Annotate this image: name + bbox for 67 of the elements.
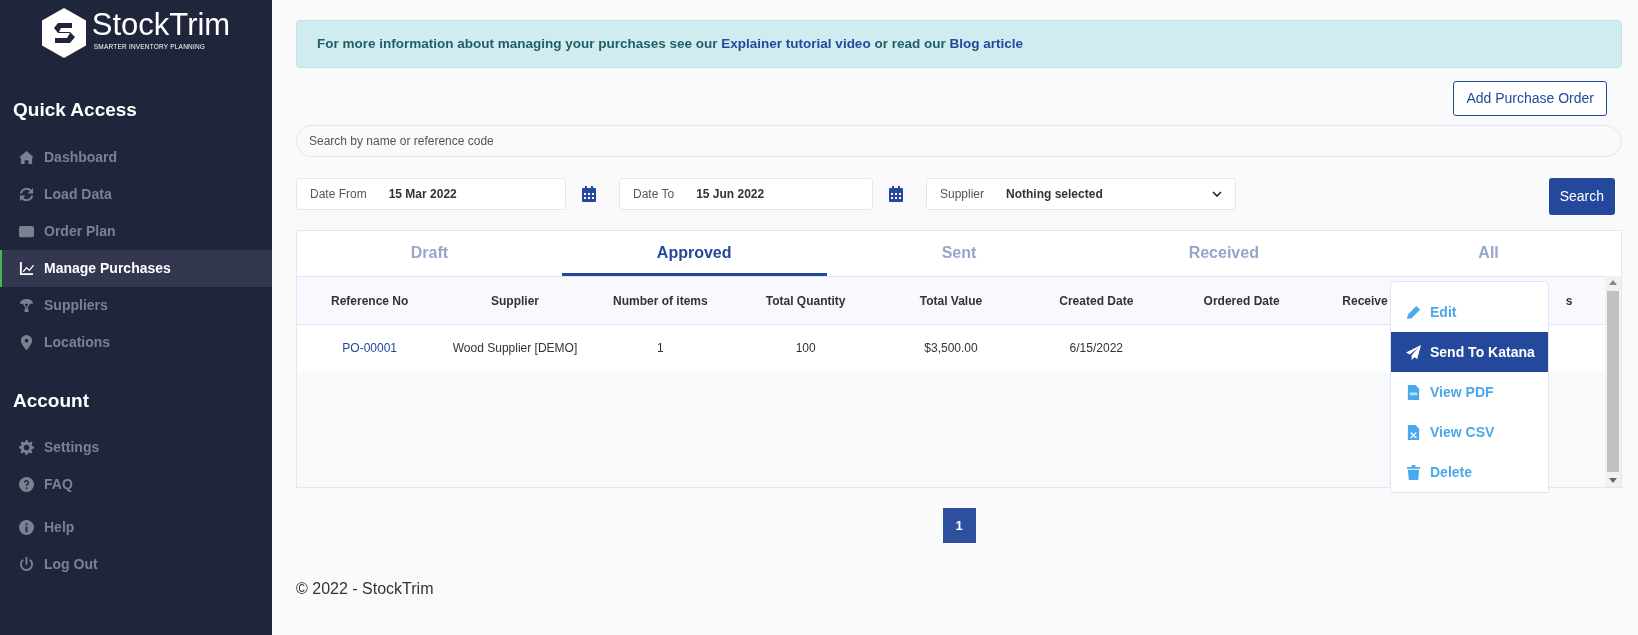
power-icon [19,557,34,572]
question-icon [19,477,34,492]
sidebar-item[interactable]: Locations [0,323,272,361]
info-link[interactable]: Blog article [949,36,1023,51]
scroll-up-icon [1609,280,1617,286]
scroll-down-icon [1609,477,1617,483]
sidebar-item[interactable]: Order Plan [0,212,272,250]
sidebar-item[interactable]: Dashboard [0,138,272,176]
menu-item[interactable]: Send To Katana [1391,332,1548,373]
calendar-icon [889,185,903,202]
date-field[interactable]: Date To 15 Jun 2022 [619,177,873,210]
home-icon [19,149,34,165]
menu-item[interactable]: View CSV [1391,412,1548,453]
footer-text: © 2022 - StockTrim [296,578,435,599]
column-header: Total Value [878,276,1024,325]
status-tab[interactable]: All [1356,231,1621,277]
pdf-file-icon [1406,384,1421,400]
menu-item[interactable]: Delete [1391,452,1548,493]
logo-icon [41,8,86,58]
status-tab[interactable]: Draft [297,231,562,277]
chevron-down-icon [1212,190,1222,197]
page-button[interactable]: 1 [942,507,976,543]
supplier-select[interactable]: Supplier Nothing selected [926,177,1236,210]
reference-link[interactable]: PO-00001 [342,341,397,355]
sidebar-item[interactable]: Log Out [0,546,272,583]
status-tab[interactable]: Received [1091,231,1357,277]
column-header: Number of items [587,276,733,325]
info-alert: For more information about managing your purchases see our Explainer tutorial video or read our Blog article [296,20,1622,69]
sidebar-item[interactable]: Load Data [0,175,272,213]
column-header: Ordered Date [1168,276,1315,325]
csv-file-icon [1406,424,1421,440]
column-header: Created Date [1023,276,1169,325]
column-header: Reference No [297,276,443,325]
column-header: Total Quantity [733,276,879,325]
logo-text: StockTrim [91,8,231,43]
date-field[interactable]: Date From 15 Mar 2022 [296,177,566,210]
sidebar-item[interactable]: Manage Purchases [0,249,272,287]
calendar-icon [582,185,596,202]
status-tab[interactable]: Sent [826,231,1092,277]
info-icon [19,520,34,535]
section-heading: Quick Access [12,98,138,122]
table-cell: 1 [656,341,664,355]
info-link[interactable]: Explainer tutorial video [721,36,871,51]
table-cell: $3,500.00 [924,341,978,355]
add-purchase-order-button[interactable]: Add Purchase Order [1453,81,1607,117]
pin-icon [19,334,34,350]
table-cell: 6/15/2022 [1069,341,1123,355]
parachute-icon [19,297,34,313]
wallet-icon [19,223,34,239]
menu-item[interactable]: View PDF [1391,372,1548,413]
paper-plane-icon [1406,344,1421,360]
trash-icon [1406,464,1421,480]
sidebar-item[interactable]: Settings [0,429,272,466]
table-cell: Wood Supplier [DEMO] [452,341,578,355]
search-field[interactable]: Search by name or reference code [296,125,1622,158]
pencil-icon [1406,304,1421,320]
table-cell: 100 [795,341,816,355]
section-heading: Account [12,388,90,413]
scrollbar[interactable] [1605,276,1621,487]
gear-icon [19,440,34,455]
sidebar-item[interactable]: Suppliers [0,286,272,324]
sidebar-item[interactable]: Help [0,509,272,546]
column-header: Supplier [442,276,588,325]
sidebar-item[interactable]: FAQ [0,466,272,503]
sync-icon [19,186,34,202]
chart-icon [19,260,34,276]
search-button[interactable]: Search [1548,178,1615,216]
